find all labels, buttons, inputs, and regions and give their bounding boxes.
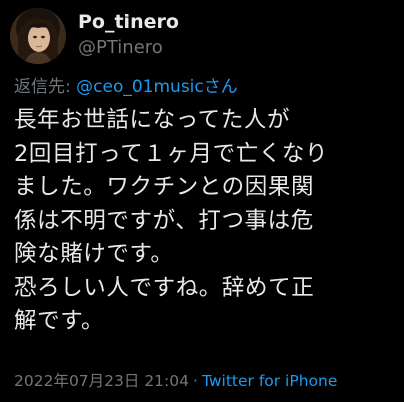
reply-to-line: 返信先: @ceo_01musicさん bbox=[14, 76, 238, 98]
source-link[interactable]: Twitter for iPhone bbox=[202, 372, 337, 390]
tweet-text-line: ました。ワクチンとの因果関 bbox=[14, 174, 315, 200]
tweet-text-line: 解です。 bbox=[14, 308, 105, 334]
tweet-text-line: 恐ろしい人ですね。辞めて正 bbox=[14, 274, 315, 301]
timestamp[interactable]: 2022年07月23日 21:04 bbox=[14, 372, 189, 390]
avatar[interactable] bbox=[10, 8, 66, 64]
user-handle[interactable]: @PTinero bbox=[78, 36, 179, 60]
avatar-illustration-icon bbox=[10, 8, 66, 64]
display-name[interactable]: Po_tinero bbox=[78, 10, 179, 34]
author-names: Po_tinero @PTinero bbox=[78, 10, 179, 60]
tweet-text-line: 2回目打って１ヶ月で亡くなり bbox=[14, 140, 329, 167]
reply-target-link[interactable]: @ceo_01musicさん bbox=[76, 77, 238, 97]
tweet-header: Po_tinero @PTinero bbox=[10, 8, 179, 64]
tweet-text-line: 長年お世話になってた人が bbox=[14, 107, 291, 133]
tweet-text-line: 険な賭けです。 bbox=[14, 241, 174, 267]
tweet-meta: 2022年07月23日 21:04 · Twitter for iPhone bbox=[14, 371, 337, 391]
tweet-body: 長年お世話になってた人が 2回目打って１ヶ月で亡くなり ました。ワクチンとの因果… bbox=[14, 104, 398, 339]
meta-separator: · bbox=[193, 372, 198, 390]
tweet-text-line: 係は不明ですが、打つ事は危 bbox=[14, 207, 314, 234]
reply-label: 返信先: bbox=[14, 77, 77, 97]
